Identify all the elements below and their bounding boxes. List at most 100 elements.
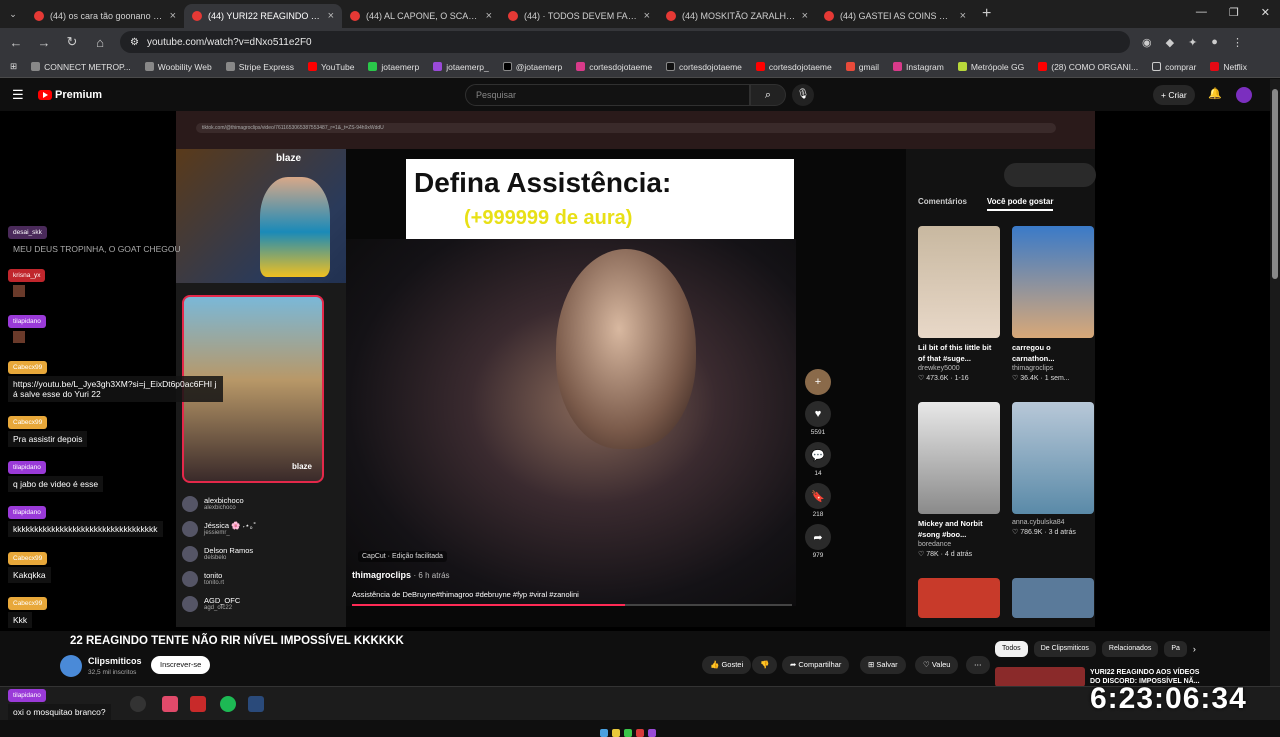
app-icon: [624, 729, 632, 737]
app-icon[interactable]: [162, 696, 178, 712]
account-name: Jéssica 🌸 ˖⋆｡˚: [204, 521, 256, 530]
chip-related[interactable]: Relacionados: [1101, 641, 1159, 657]
bookmark[interactable]: Woobility Web: [144, 62, 212, 72]
video-card: carregou o carnathon... thimagroclips ♡ 36…: [1012, 226, 1094, 384]
close-icon[interactable]: ×: [802, 10, 808, 22]
browser-tab[interactable]: (44) os cara tão goonano pra re ×: [26, 4, 184, 28]
menu-dots-icon[interactable]: ⋮: [1232, 36, 1243, 49]
search-input[interactable]: Pesquisar: [465, 84, 750, 106]
search-button[interactable]: ⌕: [750, 84, 786, 106]
app-icon[interactable]: [130, 696, 146, 712]
bookmark[interactable]: Instagram: [893, 62, 944, 72]
subscribe-button[interactable]: Inscrever-se: [151, 656, 211, 674]
chip-all[interactable]: Todos: [995, 641, 1028, 657]
youtube-logo[interactable]: Premium: [38, 89, 102, 101]
bookmark[interactable]: (28) COMO ORGANI...: [1038, 62, 1138, 72]
new-tab-button[interactable]: +: [982, 5, 991, 23]
thanks-icon: ♡: [923, 660, 930, 669]
channel-avatar[interactable]: [60, 655, 82, 677]
apps-icon[interactable]: ⊞: [10, 61, 17, 72]
extension-icon[interactable]: ◆: [1166, 36, 1174, 49]
create-button[interactable]: + Criar: [1153, 85, 1195, 105]
back-icon[interactable]: ←: [8, 35, 24, 50]
chevron-right-icon[interactable]: ›: [1193, 641, 1196, 657]
thanks-button[interactable]: ♡ Valeu: [915, 656, 959, 674]
close-icon[interactable]: ×: [328, 10, 334, 22]
browser-tab[interactable]: (44) MOSKITÃO ZARALHANDO ×: [658, 4, 816, 28]
chat-message: Cabecx99 Pra assistir depois: [8, 411, 88, 447]
save-button[interactable]: ⊞ Salvar: [860, 656, 906, 674]
progress-fill: [352, 604, 625, 606]
bookmark-label: @jotaemerp: [515, 61, 563, 72]
maximize-icon[interactable]: ❐: [1229, 6, 1239, 19]
browser-toolbar: ← → ↻ ⌂ ⚙ youtube.com/watch?v=dNxo511e2F…: [0, 28, 1280, 56]
chat-username: tilapidano: [8, 689, 46, 702]
chip-more[interactable]: Pa: [1164, 641, 1187, 657]
bookmark[interactable]: @jotaemerp: [502, 61, 563, 72]
close-icon[interactable]: ×: [644, 10, 650, 22]
bookmark[interactable]: YouTube: [308, 62, 354, 72]
share-arrow-icon: ➦: [790, 660, 797, 669]
notifications-bell-icon[interactable]: 🔔: [1208, 87, 1222, 100]
browser-tab[interactable]: (44) AL CAPONE, O SCARFACE ×: [342, 4, 500, 28]
close-icon[interactable]: ×: [486, 10, 492, 22]
bookmark[interactable]: cortesdojotaeme: [755, 61, 832, 72]
tab-search-icon[interactable]: ⌄: [0, 3, 26, 25]
card-stats: ♡ 78K · 4 d atrás: [918, 551, 973, 558]
site-info-icon[interactable]: ⚙: [130, 37, 139, 48]
chip-channel[interactable]: De Clipsmiticos: [1033, 641, 1096, 657]
menu-icon[interactable]: ☰: [12, 87, 26, 103]
chat-text: Kkk: [8, 612, 33, 628]
recommended-thumbnail[interactable]: [995, 667, 1085, 687]
bookmark[interactable]: cortesdojotaeme: [666, 62, 742, 72]
video-player[interactable]: tiktok.com/@thimagroclips/video/76116530…: [0, 111, 1270, 737]
page-scrollbar[interactable]: [1270, 79, 1280, 686]
bookmark[interactable]: Metrópole GG: [957, 61, 1025, 72]
app-icon[interactable]: [190, 696, 206, 712]
like-button[interactable]: 👍 Gostei: [702, 656, 752, 674]
chat-message: tilapidano: [8, 310, 46, 346]
folder-icon: [1152, 62, 1162, 71]
forward-icon[interactable]: →: [36, 35, 52, 50]
account-avatar[interactable]: [1236, 87, 1252, 103]
steam-icon[interactable]: [248, 696, 264, 712]
home-icon[interactable]: ⌂: [92, 35, 108, 50]
microphone-icon[interactable]: 🎙: [792, 84, 814, 106]
avatar-icon: +: [805, 369, 831, 395]
bookmark[interactable]: gmail: [845, 62, 879, 72]
browser-tab[interactable]: (44) · TODOS DEVEM FAZER ×: [500, 4, 658, 28]
bookmark-label: cortesdojotaeme: [768, 61, 832, 72]
minimize-icon[interactable]: —: [1196, 6, 1207, 19]
bookmark[interactable]: jotaemerp_: [433, 62, 489, 72]
bookmark[interactable]: CONNECT METROP...: [31, 62, 131, 72]
bookmark[interactable]: cortesdojotaeme: [576, 62, 652, 72]
more-actions-button[interactable]: ⋯: [966, 656, 990, 674]
channel-name[interactable]: Clipsmiticos: [88, 656, 142, 666]
video-card: Mickey and Norbit #song #boo... boredance…: [918, 402, 1000, 560]
profile-icon[interactable]: ●: [1211, 36, 1218, 49]
share-button[interactable]: ➦ Compartilhar: [782, 656, 850, 674]
close-icon[interactable]: ×: [170, 10, 176, 22]
browser-tab[interactable]: (44) GASTEI AS COINS DO BAN ×: [816, 4, 974, 28]
account-name: Delson Ramos: [204, 546, 254, 555]
bookmark[interactable]: Stripe Express: [225, 62, 294, 72]
app-icon: [600, 729, 608, 737]
bookmark-folder[interactable]: comprar: [1152, 62, 1196, 72]
bookmark[interactable]: jotaemerp: [368, 62, 419, 72]
spotify-icon[interactable]: [220, 696, 236, 712]
browser-tab-active[interactable]: (44) YURI22 REAGINDO TENTE ×: [184, 4, 342, 28]
reload-icon[interactable]: ↻: [64, 34, 80, 50]
video-info: 22 REAGINDO TENTE NÃO RIR NÍVEL IMPOSSÍV…: [0, 631, 1270, 687]
video-thumbnail: [918, 226, 1000, 338]
puzzle-icon[interactable]: ✦: [1188, 36, 1197, 49]
tiktok-side-panel: Comentários Você pode gostar Lil bit of …: [906, 149, 1096, 627]
card-user: drewkey5000: [918, 365, 960, 372]
extension-icon[interactable]: ◉: [1142, 36, 1152, 49]
close-window-icon[interactable]: ✕: [1261, 6, 1270, 19]
scrollbar-thumb[interactable]: [1272, 89, 1278, 279]
bookmark[interactable]: Netflix: [1210, 62, 1247, 72]
close-icon[interactable]: ×: [960, 10, 966, 22]
bookmark-label: Metrópole GG: [970, 61, 1025, 72]
dislike-button[interactable]: 👎: [752, 656, 778, 674]
address-bar[interactable]: ⚙ youtube.com/watch?v=dNxo511e2F0: [120, 31, 1130, 53]
